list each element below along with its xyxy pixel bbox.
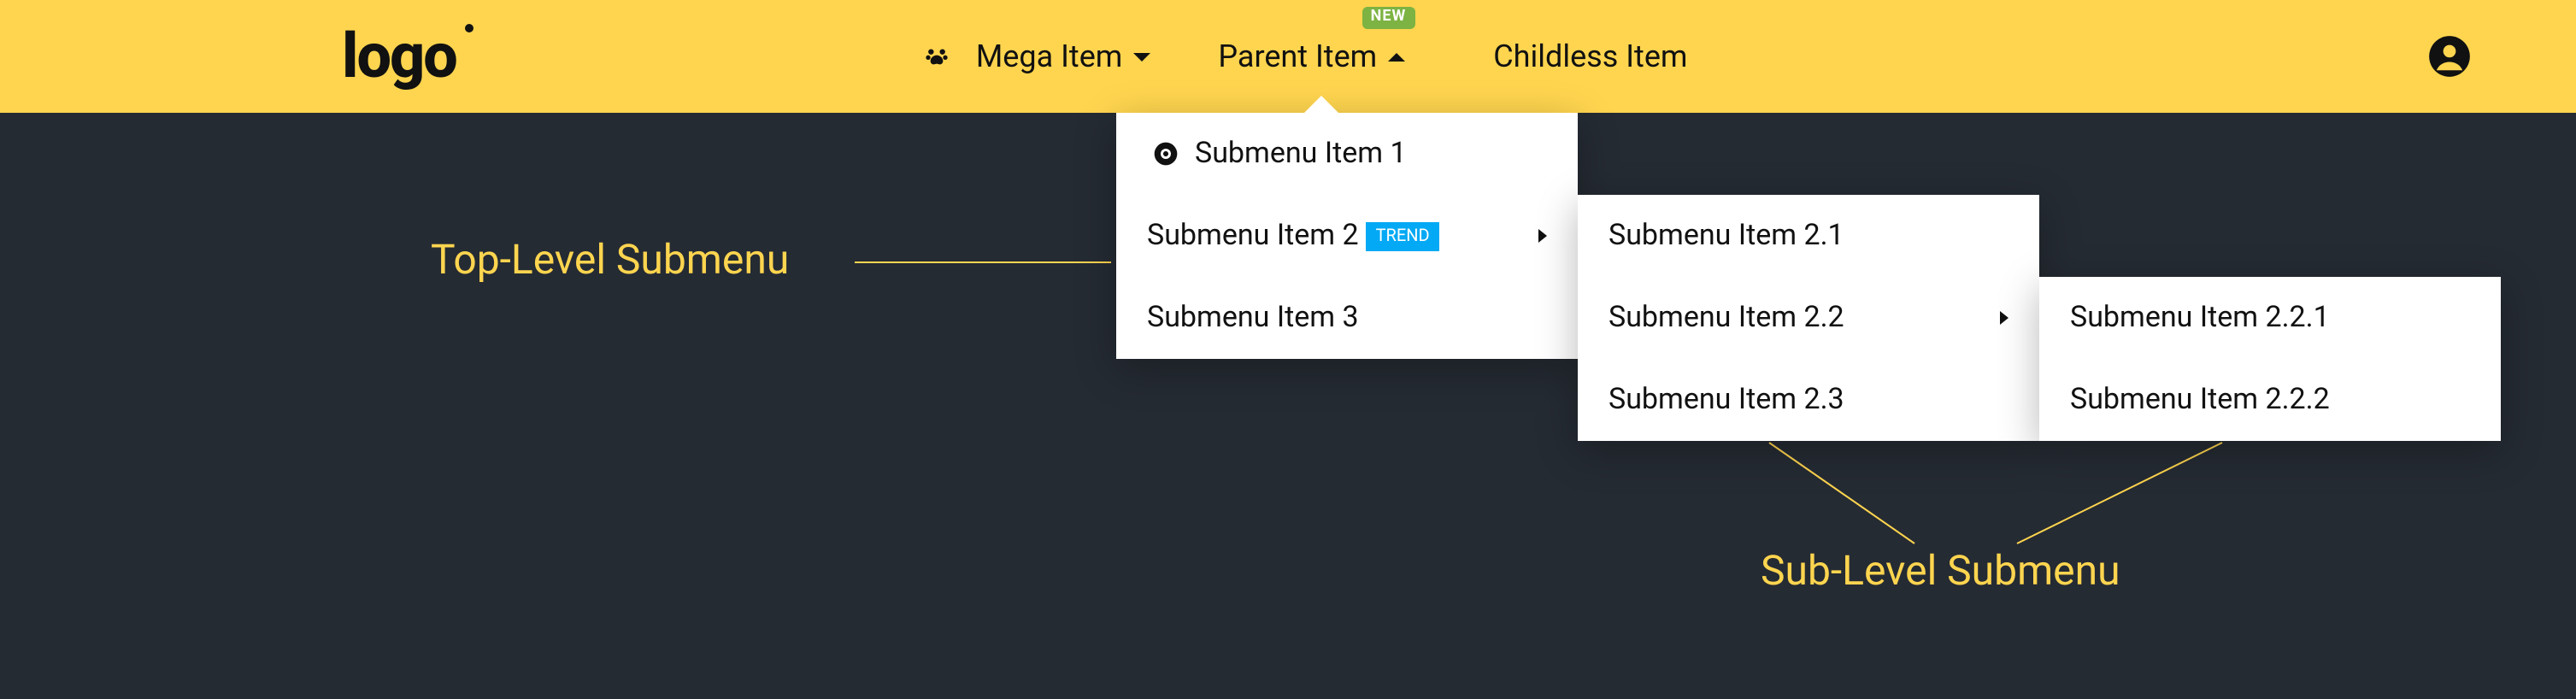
logo-dot-icon (465, 24, 473, 32)
submenu-item-3[interactable]: Submenu Item 3 (1116, 277, 1578, 359)
menu-item-label: Submenu Item 2 (1147, 219, 1359, 253)
submenu-item-2-3[interactable]: Submenu Item 2.3 (1578, 359, 2039, 441)
submenu-level-2: Submenu Item 2.1 Submenu Item 2.2 Submen… (1578, 195, 2039, 441)
chevron-right-icon (1538, 229, 1547, 243)
submenu-item-1[interactable]: Submenu Item 1 (1116, 113, 1578, 195)
submenu-item-2-1[interactable]: Submenu Item 2.1 (1578, 195, 2039, 277)
nav-item-mega[interactable]: Mega Item (918, 0, 1150, 113)
annotation-line (855, 261, 1111, 263)
menu-item-label: Submenu Item 2.2 (1609, 301, 1844, 335)
nav-item-childless[interactable]: Childless Item (1493, 0, 1687, 113)
account-icon (2427, 34, 2472, 79)
navbar: logo Mega Item NEW Parent Item (0, 0, 2576, 113)
annotation-top-level: Top-Level Submenu (431, 236, 789, 284)
menu-item-label: Submenu Item 1 (1195, 137, 1407, 171)
account-button[interactable] (2426, 32, 2473, 80)
menu-item-label: Submenu Item 2.2.1 (2070, 301, 2330, 335)
chevron-right-icon (2000, 311, 2008, 325)
chevron-up-icon (1387, 52, 1404, 61)
submenu-level-1: Submenu Item 1 Submenu Item 2 TREND Subm… (1116, 113, 1578, 359)
nav-item-parent[interactable]: NEW Parent Item (1218, 0, 1425, 113)
trend-badge: TREND (1366, 221, 1440, 250)
menu-item-label: Submenu Item 2.1 (1609, 219, 1844, 253)
brand-logo[interactable]: logo (342, 21, 456, 92)
menu-item-label: Submenu Item 3 (1147, 301, 1359, 335)
primary-nav: Mega Item NEW Parent Item Childless Item (918, 0, 1688, 113)
submenu-item-2-2-2[interactable]: Submenu Item 2.2.2 (2039, 359, 2501, 441)
submenu-item-2-2[interactable]: Submenu Item 2.2 (1578, 277, 2039, 359)
nav-label: Parent Item (1218, 38, 1377, 74)
menu-pointer-icon (1304, 96, 1338, 113)
chevron-down-icon (1132, 52, 1150, 61)
chrome-icon (1147, 140, 1185, 167)
submenu-level-3: Submenu Item 2.2.1 Submenu Item 2.2.2 (2039, 277, 2501, 441)
nav-label: Childless Item (1493, 38, 1687, 74)
nav-label: Mega Item (976, 38, 1123, 74)
brand-text: logo (342, 21, 456, 92)
menu-item-label: Submenu Item 2.3 (1609, 383, 1844, 417)
submenu-item-2-2-1[interactable]: Submenu Item 2.2.1 (2039, 277, 2501, 359)
annotation-sub-level: Sub-Level Submenu (1761, 547, 2120, 595)
menu-item-label: Submenu Item 2.2.2 (2070, 383, 2330, 417)
new-badge: NEW (1362, 7, 1415, 29)
paw-icon (918, 43, 956, 70)
submenu-item-2[interactable]: Submenu Item 2 TREND (1116, 195, 1578, 277)
